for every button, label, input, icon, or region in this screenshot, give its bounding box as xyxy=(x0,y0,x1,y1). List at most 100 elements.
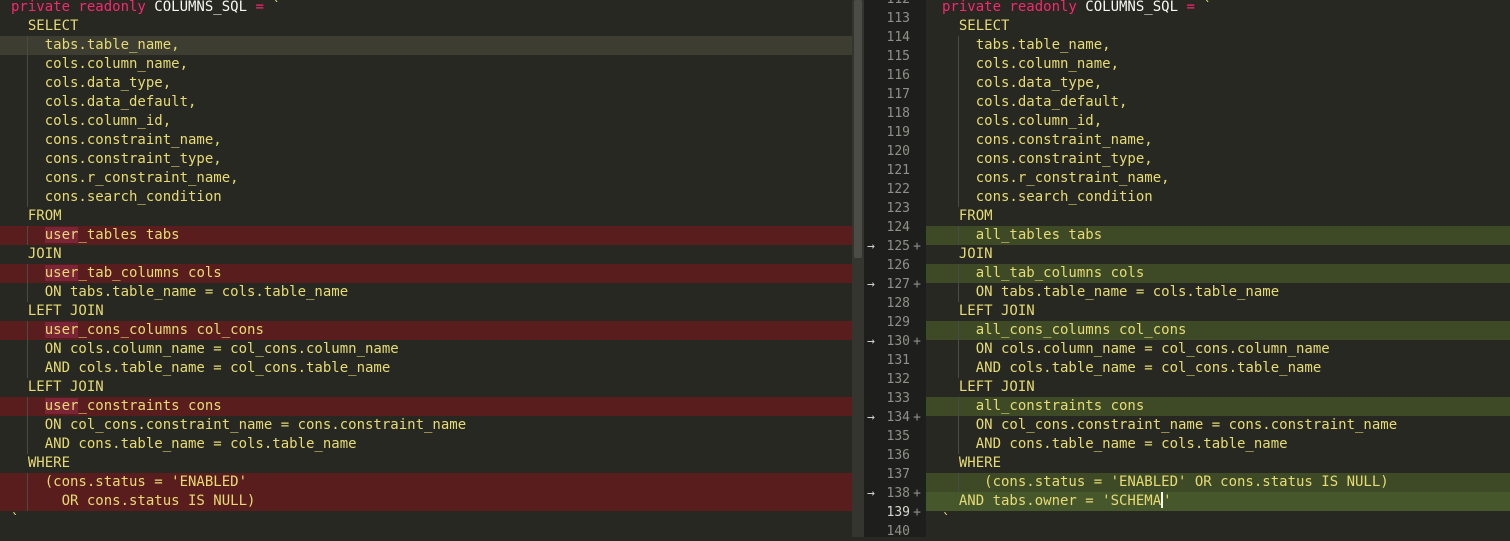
code-line[interactable]: ON cols.column_name = col_cons.column_na… xyxy=(926,340,1510,359)
code-line[interactable]: ON tabs.table_name = cols.table_name xyxy=(0,283,852,302)
gutter-line[interactable]: 137 xyxy=(864,465,926,484)
gutter-line[interactable]: 131 xyxy=(864,351,926,370)
line-number: 128 xyxy=(886,296,910,311)
code-line[interactable]: LEFT JOIN xyxy=(926,378,1510,397)
gutter-line[interactable]: 120 xyxy=(864,142,926,161)
copy-change-arrow-icon[interactable]: → xyxy=(867,484,875,503)
left-scrollbar-thumb[interactable] xyxy=(854,0,862,258)
code-line[interactable]: all_tab_columns cols xyxy=(926,264,1510,283)
gutter-line[interactable]: 125 → + xyxy=(864,237,926,256)
code-line[interactable]: cols.data_default, xyxy=(926,93,1510,112)
code-line[interactable]: AND cons.table_name = cols.table_name xyxy=(926,435,1510,454)
code-line[interactable]: AND cons.table_name = cols.table_name xyxy=(0,435,852,454)
gutter-line[interactable]: 122 xyxy=(864,180,926,199)
gutter-line[interactable]: 134 → + xyxy=(864,408,926,427)
left-pane-original[interactable]: private readonly COLUMNS_SQL = ` SELECT … xyxy=(0,0,852,537)
gutter-line[interactable]: 118 xyxy=(864,104,926,123)
code-line[interactable]: tabs.table_name, xyxy=(0,36,852,55)
code-line[interactable]: user_cons_columns col_cons xyxy=(0,321,852,340)
gutter-line[interactable]: 123 xyxy=(864,199,926,218)
gutter-line[interactable]: 115 xyxy=(864,47,926,66)
gutter-line[interactable]: 114 xyxy=(864,28,926,47)
code-line[interactable]: JOIN xyxy=(0,245,852,264)
code-line[interactable]: cons.r_constraint_name, xyxy=(926,169,1510,188)
gutter-line[interactable]: 127 → + xyxy=(864,275,926,294)
left-scrollbar[interactable] xyxy=(852,0,864,537)
code-line[interactable]: all_tables tabs xyxy=(926,226,1510,245)
gutter-line[interactable]: 121 xyxy=(864,161,926,180)
code-line[interactable]: cols.data_default, xyxy=(0,93,852,112)
code-line[interactable]: cols.column_name, xyxy=(926,55,1510,74)
gutter-line[interactable]: 135 xyxy=(864,427,926,446)
left-code-area[interactable]: private readonly COLUMNS_SQL = ` SELECT … xyxy=(0,0,852,530)
code-line[interactable]: ON tabs.table_name = cols.table_name xyxy=(926,283,1510,302)
code-line[interactable]: cols.column_id, xyxy=(0,112,852,131)
code-line[interactable]: LEFT JOIN xyxy=(0,302,852,321)
code-line[interactable]: WHERE xyxy=(0,454,852,473)
code-line[interactable]: WHERE xyxy=(926,454,1510,473)
code-line[interactable]: cols.data_type, xyxy=(0,74,852,93)
gutter-line[interactable]: 136 xyxy=(864,446,926,465)
code-line[interactable]: JOIN xyxy=(926,245,1510,264)
code-line[interactable]: cols.column_id, xyxy=(926,112,1510,131)
copy-change-arrow-icon[interactable]: → xyxy=(867,408,875,427)
code-line[interactable]: AND cols.table_name = col_cons.table_nam… xyxy=(926,359,1510,378)
gutter-line[interactable]: 140 xyxy=(864,522,926,541)
code-line[interactable]: AND tabs.owner = 'SCHEMA ' xyxy=(926,492,1510,511)
line-number: 140 xyxy=(886,524,910,539)
right-code-area[interactable]: private readonly COLUMNS_SQL = ` SELECT … xyxy=(926,0,1510,530)
code-line[interactable]: SELECT xyxy=(926,17,1510,36)
code-line[interactable]: all_cons_columns col_cons xyxy=(926,321,1510,340)
gutter-line[interactable]: 130 → + xyxy=(864,332,926,351)
code-line[interactable]: cons.constraint_type, xyxy=(0,150,852,169)
gutter-line[interactable]: 124 xyxy=(864,218,926,237)
code-line[interactable]: SELECT xyxy=(0,17,852,36)
copy-change-arrow-icon[interactable]: → xyxy=(867,275,875,294)
code-line[interactable]: FROM xyxy=(0,207,852,226)
code-line[interactable]: AND cols.table_name = col_cons.table_nam… xyxy=(0,359,852,378)
copy-change-arrow-icon[interactable]: → xyxy=(867,237,875,256)
gutter-line[interactable]: 133 xyxy=(864,389,926,408)
gutter-line[interactable]: 128 xyxy=(864,294,926,313)
code-line[interactable]: cons.constraint_name, xyxy=(0,131,852,150)
gutter-line[interactable]: 138 → + xyxy=(864,484,926,503)
code-line[interactable]: FROM xyxy=(926,207,1510,226)
gutter-line[interactable]: 119 xyxy=(864,123,926,142)
diff-editor: private readonly COLUMNS_SQL = ` SELECT … xyxy=(0,0,1510,539)
code-line[interactable]: LEFT JOIN xyxy=(0,378,852,397)
code-line[interactable]: cons.r_constraint_name, xyxy=(0,169,852,188)
code-line[interactable]: (cons.status = 'ENABLED' xyxy=(0,473,852,492)
code-line[interactable]: private readonly COLUMNS_SQL = ` xyxy=(0,0,852,17)
gutter-line[interactable]: 132 xyxy=(864,370,926,389)
gutter-line[interactable]: 113 xyxy=(864,9,926,28)
code-line[interactable]: cols.column_name, xyxy=(0,55,852,74)
copy-change-arrow-icon[interactable]: → xyxy=(867,332,875,351)
code-line[interactable]: cols.data_type, xyxy=(926,74,1510,93)
code-line[interactable]: cons.constraint_name, xyxy=(926,131,1510,150)
code-line[interactable]: (cons.status = 'ENABLED' OR cons.status … xyxy=(926,473,1510,492)
code-line[interactable]: ` xyxy=(926,511,1510,530)
code-line[interactable]: ON col_cons.constraint_name = cons.const… xyxy=(926,416,1510,435)
code-line[interactable]: cons.constraint_type, xyxy=(926,150,1510,169)
right-pane-modified[interactable]: private readonly COLUMNS_SQL = ` SELECT … xyxy=(926,0,1510,537)
gutter-line[interactable]: 117 xyxy=(864,85,926,104)
code-line[interactable]: cons.search_condition xyxy=(926,188,1510,207)
gutter-line[interactable]: 126 xyxy=(864,256,926,275)
gutter-line[interactable]: 116 xyxy=(864,66,926,85)
code-line[interactable]: ` xyxy=(0,511,852,530)
gutter-line[interactable]: 139 + xyxy=(864,503,926,522)
gutter-line[interactable]: 112 xyxy=(864,0,926,9)
code-line[interactable]: user_constraints cons xyxy=(0,397,852,416)
code-line[interactable]: all_constraints cons xyxy=(926,397,1510,416)
code-line[interactable]: user_tables tabs xyxy=(0,226,852,245)
code-line[interactable]: LEFT JOIN xyxy=(926,302,1510,321)
code-line[interactable]: OR cons.status IS NULL) xyxy=(0,492,852,511)
gutter-line[interactable]: 129 xyxy=(864,313,926,332)
code-line[interactable]: cons.search_condition xyxy=(0,188,852,207)
code-line[interactable]: ON cols.column_name = col_cons.column_na… xyxy=(0,340,852,359)
code-line[interactable]: private readonly COLUMNS_SQL = ` xyxy=(926,0,1510,17)
code-line[interactable]: ON col_cons.constraint_name = cons.const… xyxy=(0,416,852,435)
code-line[interactable]: tabs.table_name, xyxy=(926,36,1510,55)
indent-guide xyxy=(26,36,28,55)
code-line[interactable]: user_tab_columns cols xyxy=(0,264,852,283)
